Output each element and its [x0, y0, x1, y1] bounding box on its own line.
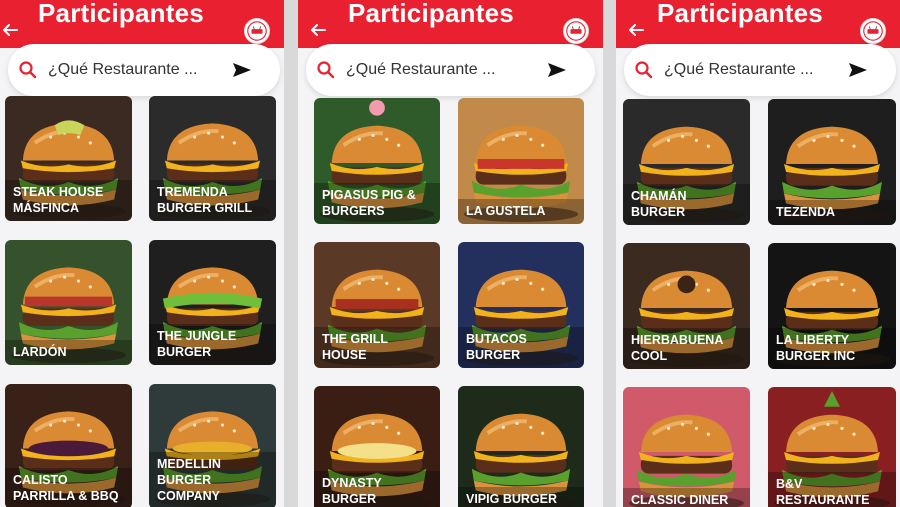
restaurant-name: LA GUSTELA: [458, 199, 584, 224]
restaurant-card[interactable]: DYNASTY BURGER: [314, 386, 440, 507]
restaurant-name: PIGASUS PIG & BURGERS: [314, 183, 440, 224]
app-screen-2: Participantes PIGASUS PIG & BURGERS LA G…: [298, 0, 603, 507]
header-bar: Participantes: [616, 0, 900, 48]
restaurant-card[interactable]: B&V RESTAURANTE: [768, 387, 896, 507]
restaurant-card[interactable]: LA LIBERTY BURGER INC: [768, 243, 896, 369]
restaurant-card[interactable]: MEDELLIN BURGER COMPANY: [149, 384, 276, 507]
restaurant-card[interactable]: PIGASUS PIG & BURGERS: [314, 98, 440, 224]
restaurant-card[interactable]: LA GUSTELA: [458, 98, 584, 224]
restaurant-name: DYNASTY BURGER: [314, 471, 440, 507]
festival-logo-icon: [563, 18, 589, 44]
restaurant-card[interactable]: TREMENDA BURGER GRILL: [149, 96, 276, 221]
search-input[interactable]: [48, 58, 208, 82]
send-icon[interactable]: [232, 62, 252, 78]
festival-logo-icon: [860, 18, 886, 44]
restaurant-card[interactable]: CALISTO PARRILLA & BBQ: [5, 384, 132, 507]
search-bar: [624, 44, 896, 96]
send-icon[interactable]: [547, 62, 567, 78]
header-bar: Participantes: [0, 0, 284, 48]
page-title: Participantes: [348, 0, 514, 28]
app-screen-1: Participantes STEAK HOUSE MÁSFINCA TREME…: [0, 0, 284, 507]
restaurant-card[interactable]: THE GRILL HOUSE: [314, 242, 440, 368]
restaurant-name: CHAMÁN BURGER: [623, 184, 750, 225]
search-input[interactable]: [664, 58, 824, 82]
search-icon[interactable]: [634, 60, 654, 80]
search-icon[interactable]: [316, 60, 336, 80]
restaurant-name: B&V RESTAURANTE: [768, 472, 896, 507]
restaurant-card[interactable]: BUTACOS BURGER: [458, 242, 584, 368]
arrow-left-icon[interactable]: [2, 22, 18, 38]
restaurant-name: CLASSIC DINER: [623, 488, 750, 507]
header-bar: Participantes: [298, 0, 603, 48]
restaurant-card[interactable]: CLASSIC DINER: [623, 387, 750, 507]
restaurant-name: TEZENDA: [768, 200, 896, 225]
restaurant-name: HIERBABUENA COOL: [623, 328, 750, 369]
arrow-left-icon[interactable]: [310, 22, 326, 38]
restaurant-name: STEAK HOUSE MÁSFINCA: [5, 180, 132, 221]
restaurant-name: VIPIG BURGER: [458, 487, 584, 507]
restaurant-card[interactable]: VIPIG BURGER: [458, 386, 584, 507]
restaurant-card[interactable]: THE JUNGLE BURGER: [149, 240, 276, 365]
restaurant-name: THE JUNGLE BURGER: [149, 324, 276, 365]
restaurant-card[interactable]: STEAK HOUSE MÁSFINCA: [5, 96, 132, 221]
restaurant-name: LARDÓN: [5, 340, 132, 365]
search-icon[interactable]: [18, 60, 38, 80]
send-icon[interactable]: [848, 62, 868, 78]
search-bar: [306, 44, 595, 96]
restaurant-name: LA LIBERTY BURGER INC: [768, 328, 896, 369]
search-input[interactable]: [346, 58, 506, 82]
restaurant-name: CALISTO PARRILLA & BBQ: [5, 468, 132, 507]
restaurant-card[interactable]: CHAMÁN BURGER: [623, 99, 750, 225]
restaurant-card[interactable]: LARDÓN: [5, 240, 132, 365]
page-title: Participantes: [657, 0, 823, 28]
page-title: Participantes: [38, 0, 204, 28]
restaurant-name: TREMENDA BURGER GRILL: [149, 180, 276, 221]
search-bar: [8, 44, 280, 96]
restaurant-name: THE GRILL HOUSE: [314, 327, 440, 368]
restaurant-name: BUTACOS BURGER: [458, 327, 584, 368]
festival-logo-icon: [244, 18, 270, 44]
app-screen-3: Participantes CHAMÁN BURGER TEZENDA HIER…: [616, 0, 900, 507]
restaurant-card[interactable]: HIERBABUENA COOL: [623, 243, 750, 369]
arrow-left-icon[interactable]: [628, 22, 644, 38]
restaurant-name: MEDELLIN BURGER COMPANY: [149, 452, 276, 507]
restaurant-card[interactable]: TEZENDA: [768, 99, 896, 225]
